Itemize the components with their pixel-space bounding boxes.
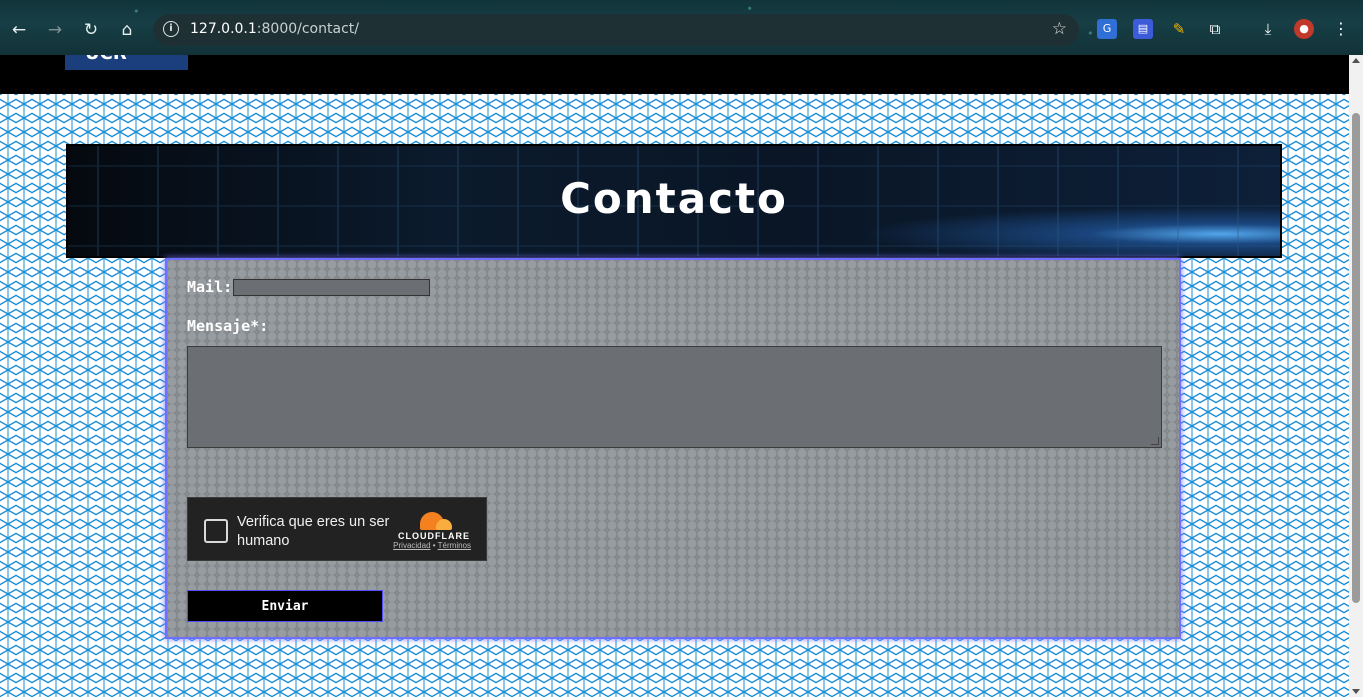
message-label: Mensaje*:: [187, 317, 269, 335]
page-title: Contacto: [560, 174, 788, 223]
resize-handle[interactable]: [1151, 437, 1159, 445]
terms-link[interactable]: Términos: [438, 541, 471, 550]
cloud-icon: [414, 510, 454, 530]
scrollbar-thumb[interactable]: [1352, 113, 1360, 603]
pen-icon[interactable]: ✎: [1169, 19, 1189, 39]
menu-icon[interactable]: ⋮: [1331, 19, 1351, 39]
profile-avatar[interactable]: ●: [1294, 19, 1314, 39]
extension-icon[interactable]: ▤: [1133, 19, 1153, 39]
scroll-up-icon[interactable]: [1352, 58, 1360, 63]
scroll-down-icon[interactable]: [1352, 689, 1360, 694]
captcha-checkbox[interactable]: [204, 519, 228, 543]
mail-label: Mail:: [187, 278, 233, 296]
site-navbar: UCR: [0, 55, 1349, 94]
translate-icon[interactable]: G: [1097, 19, 1117, 39]
cloudflare-logo: CLOUDFLARE: [396, 510, 472, 541]
captcha-links: Privacidad • Términos: [393, 541, 471, 550]
captcha-text: Verifica que eres un ser humano: [237, 514, 390, 549]
forward-icon[interactable]: →: [43, 18, 67, 42]
address-bar[interactable]: i 127.0.0.1:8000/contact/ ☆: [153, 14, 1079, 46]
privacy-link[interactable]: Privacidad: [393, 541, 430, 550]
page-content: UCR Contacto Mail: Mensaje*: Verifica qu…: [0, 55, 1349, 697]
puzzle-icon[interactable]: ⧉: [1205, 19, 1225, 39]
captcha-widget: Verifica que eres un ser humano CLOUDFLA…: [187, 497, 487, 561]
info-icon[interactable]: i: [163, 21, 179, 37]
url-text[interactable]: 127.0.0.1:8000/contact/: [190, 21, 359, 37]
site-logo[interactable]: UCR: [65, 55, 188, 70]
page-banner: Contacto: [66, 144, 1282, 258]
submit-button[interactable]: Enviar: [187, 590, 383, 622]
bookmark-star-icon[interactable]: ☆: [1052, 19, 1067, 39]
reload-icon[interactable]: ↻: [79, 18, 103, 42]
message-textarea[interactable]: [187, 346, 1162, 448]
home-icon[interactable]: ⌂: [115, 18, 139, 42]
back-icon[interactable]: ←: [7, 18, 31, 42]
browser-toolbar: ← → ↻ ⌂ i 127.0.0.1:8000/contact/ ☆ G ▤ …: [0, 0, 1363, 55]
link-separator: •: [432, 541, 436, 550]
page-scrollbar[interactable]: [1349, 55, 1363, 697]
download-icon[interactable]: ⤓: [1258, 19, 1278, 39]
contact-form: Mail: Mensaje*: Verifica que eres un ser…: [165, 258, 1181, 639]
mail-input[interactable]: [233, 279, 430, 296]
